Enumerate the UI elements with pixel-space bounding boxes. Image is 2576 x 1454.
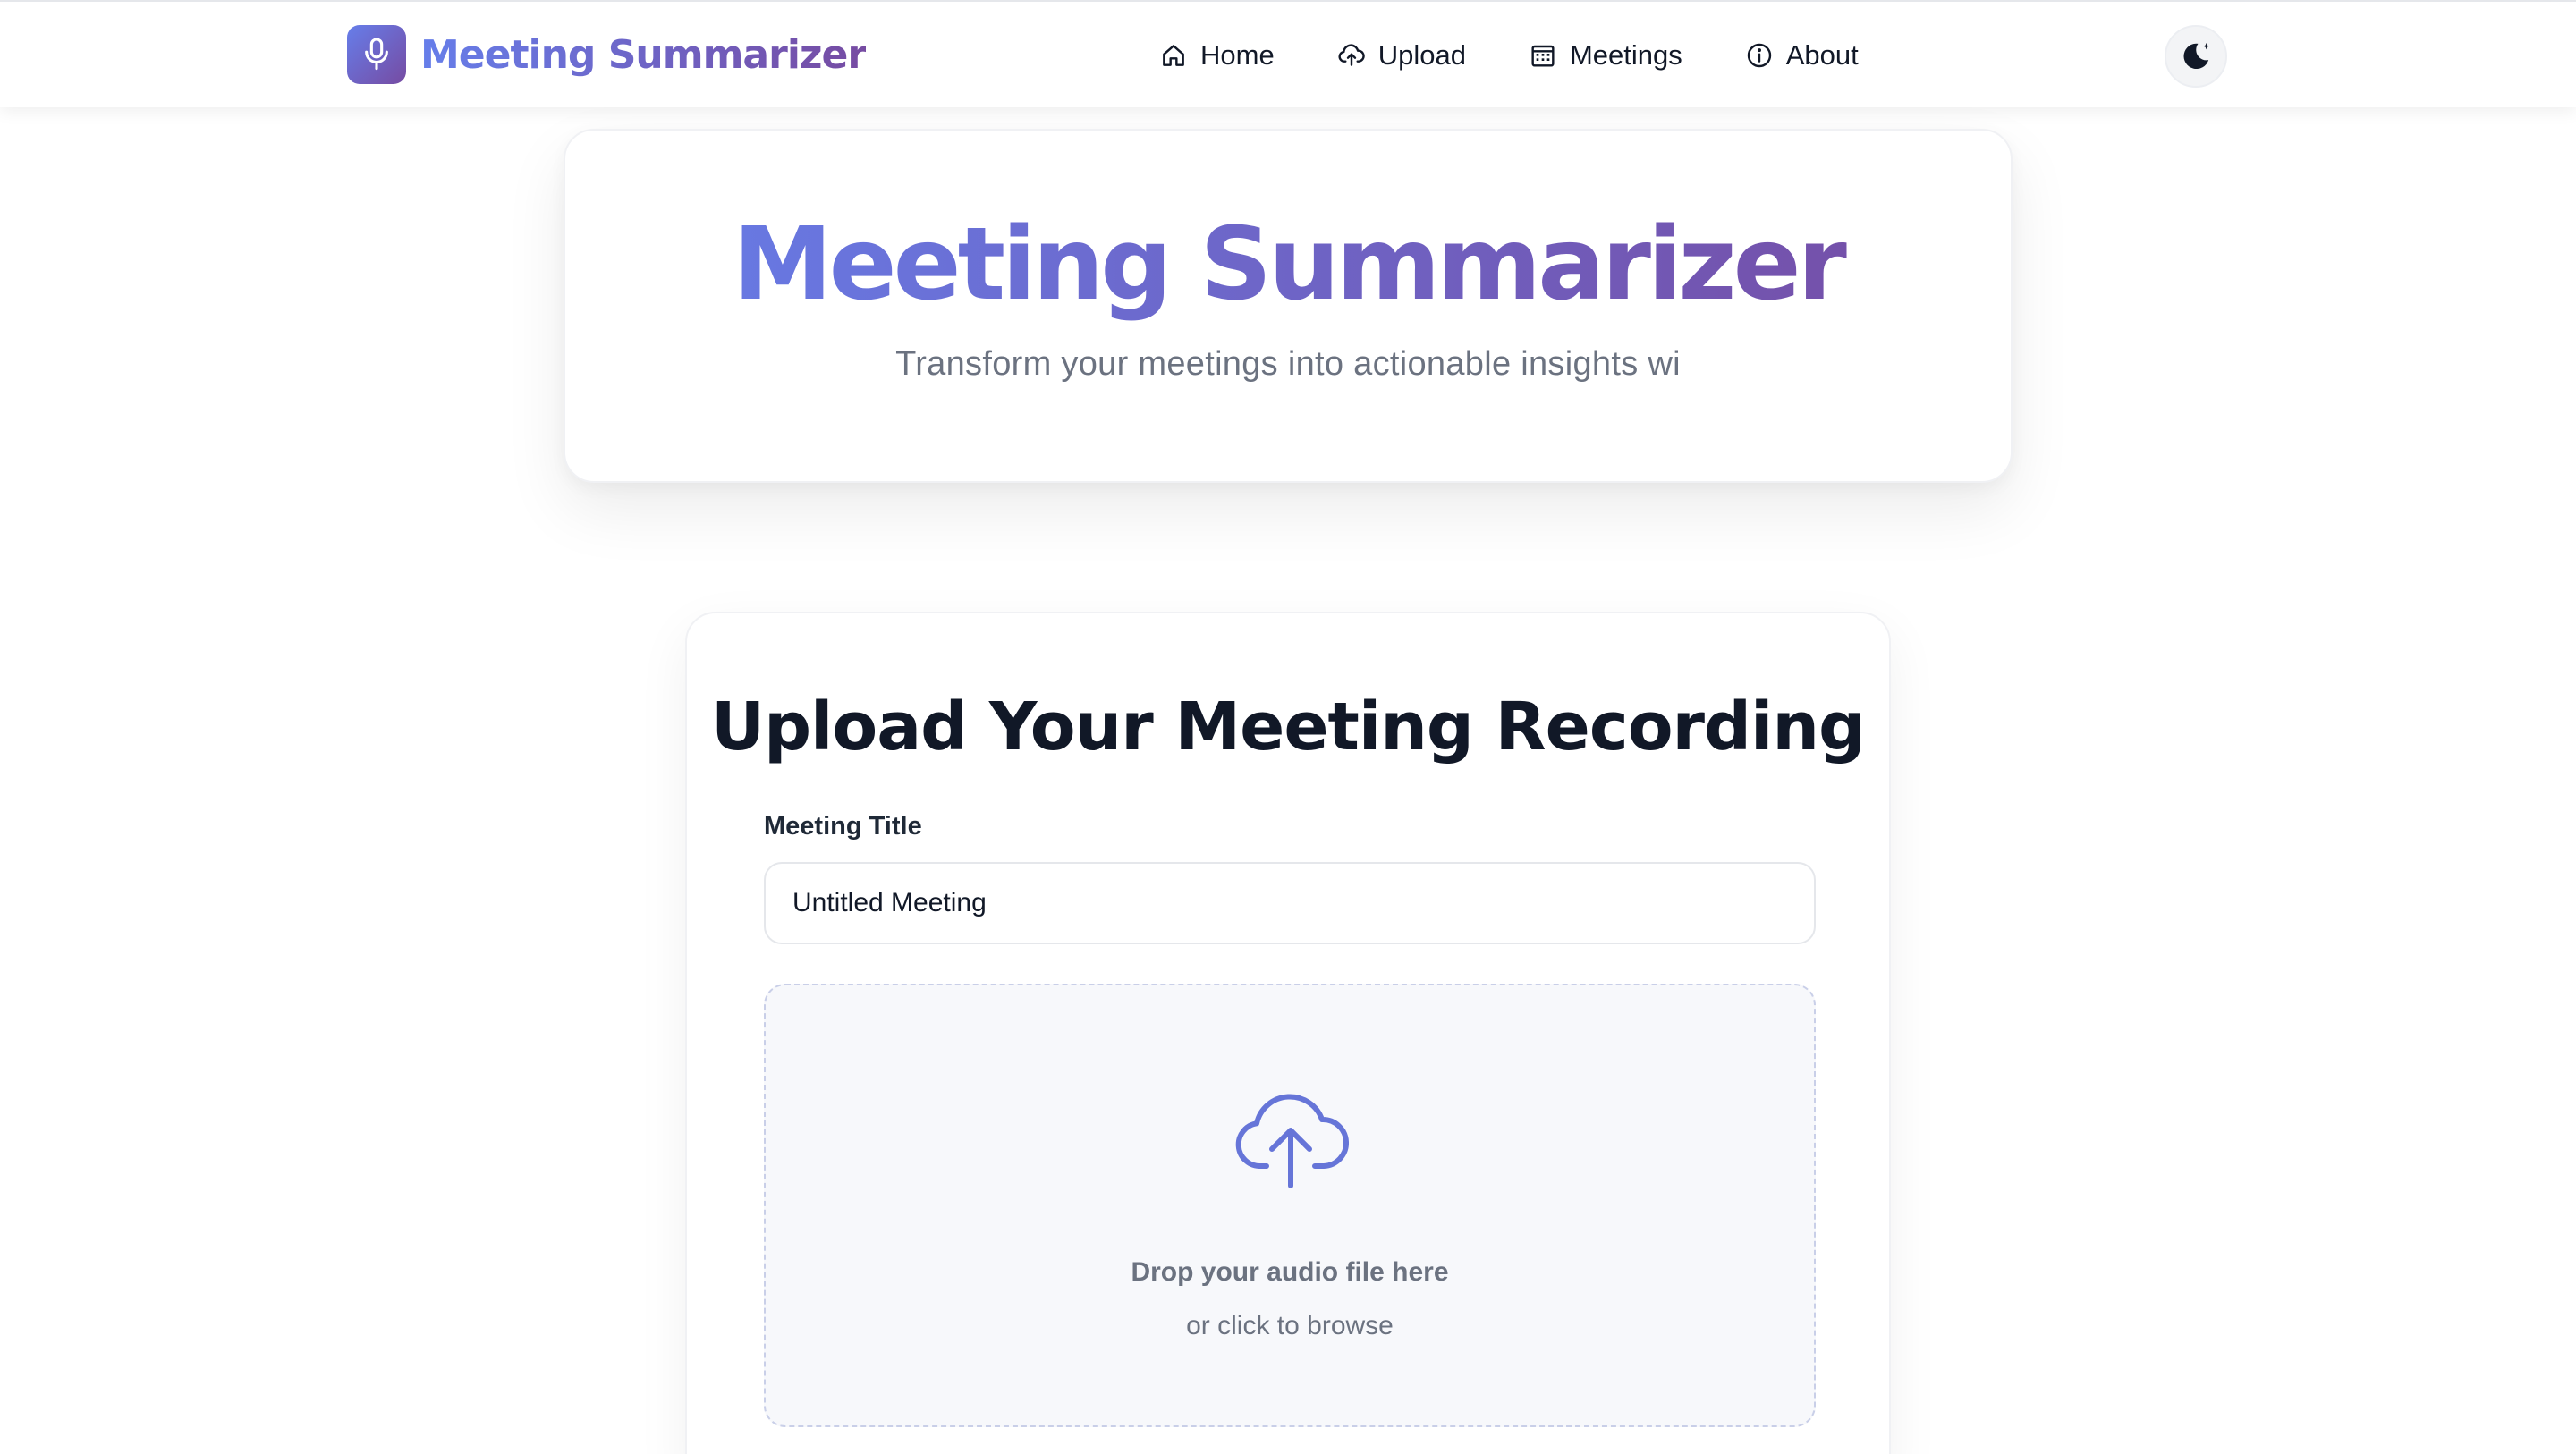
moon-stars-icon xyxy=(2183,43,2210,70)
dropzone-secondary-text: or click to browse xyxy=(1186,1311,1394,1340)
info-icon xyxy=(1747,43,1771,68)
calendar-icon xyxy=(1531,45,1555,67)
brand-name: Meeting Summarizer xyxy=(420,31,867,78)
nav-item-home[interactable]: Home xyxy=(1159,39,1275,72)
nav-item-label: Upload xyxy=(1377,39,1466,71)
meeting-title-label: Meeting Title xyxy=(764,812,922,841)
hero-subtitle: Transform your meetings into actionable … xyxy=(895,345,1681,383)
microphone-icon xyxy=(347,25,406,84)
nav-item-meetings[interactable]: Meetings xyxy=(1529,39,1682,72)
nav-item-upload[interactable]: Upload xyxy=(1337,39,1466,72)
navbar: Meeting Summarizer Home Upload Meetings … xyxy=(0,0,2576,107)
home-icon xyxy=(1163,45,1184,66)
main-nav: Home Upload Meetings About xyxy=(1159,32,1859,79)
brand-link[interactable]: Meeting Summarizer xyxy=(347,25,867,84)
hero-card: Meeting Summarizer Transform your meetin… xyxy=(564,129,2012,483)
nav-item-label: Meetings xyxy=(1569,39,1682,71)
nav-item-label: Home xyxy=(1200,39,1275,71)
meeting-title-input[interactable] xyxy=(764,862,1816,944)
nav-item-label: About xyxy=(1785,39,1859,71)
cloud-upload-icon xyxy=(1235,1094,1349,1188)
cloud-upload-icon xyxy=(1338,44,1365,66)
nav-item-about[interactable]: About xyxy=(1745,39,1859,72)
hero-title: Meeting Summarizer xyxy=(565,207,2011,323)
audio-dropzone[interactable]: Drop your audio file here or click to br… xyxy=(764,984,1816,1427)
upload-card: Upload Your Meeting Recording Meeting Ti… xyxy=(685,612,1891,1454)
theme-toggle-button[interactable] xyxy=(2165,25,2227,88)
upload-heading: Upload Your Meeting Recording xyxy=(710,689,1866,765)
dropzone-primary-text: Drop your audio file here xyxy=(1131,1257,1449,1287)
